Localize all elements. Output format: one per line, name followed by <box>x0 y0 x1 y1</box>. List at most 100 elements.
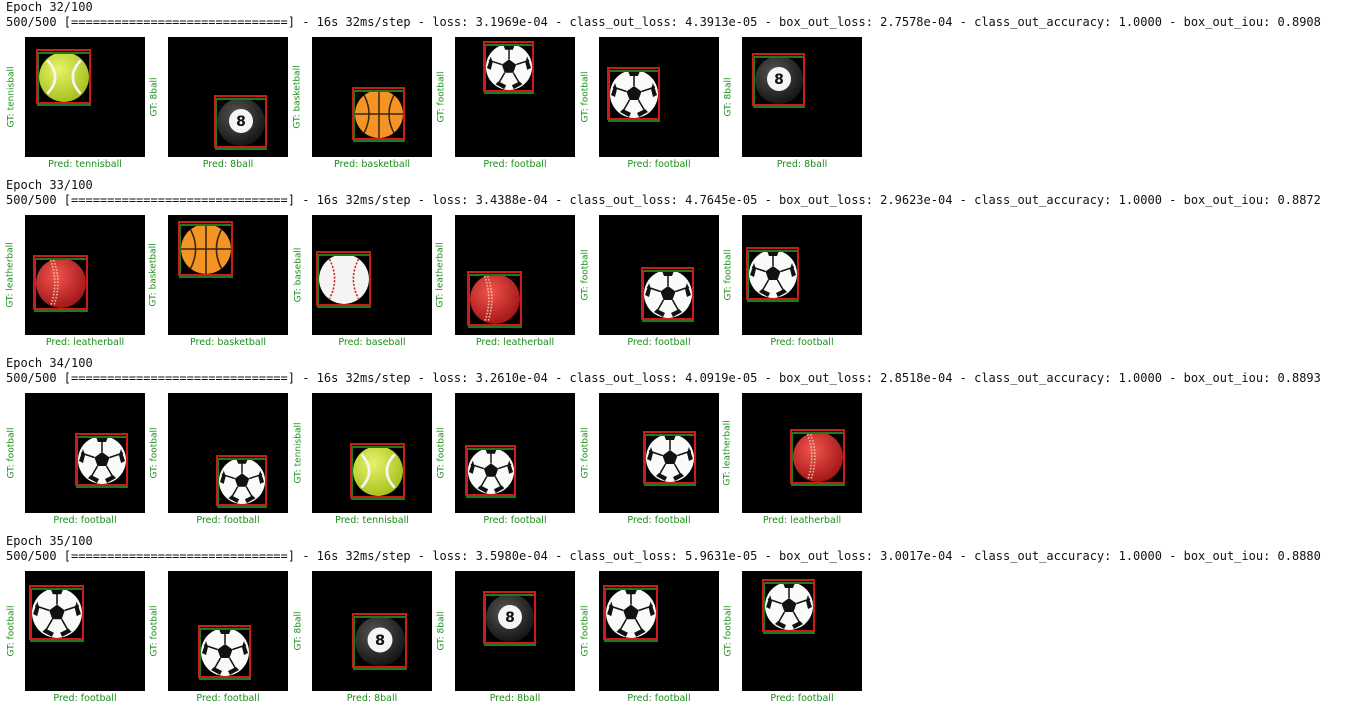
prediction-panel: GT: 8ball 8 Pred: 8ball <box>143 37 288 173</box>
ground-truth-text: GT: baseball <box>293 247 303 303</box>
ground-truth-text: GT: football <box>723 605 733 657</box>
sample-image: 8 <box>455 571 575 691</box>
predicted-box <box>762 579 815 632</box>
predicted-box <box>214 95 267 148</box>
ground-truth-text: GT: football <box>6 427 16 479</box>
prediction-panel: GT: football Pred: football <box>0 571 145 707</box>
ground-truth-label: GT: leatherball <box>433 215 449 335</box>
prediction-label: Pred: football <box>770 693 834 704</box>
ground-truth-label: GT: football <box>433 37 449 157</box>
training-progress-line: 500/500 [==============================]… <box>6 193 1321 207</box>
sample-image <box>742 215 862 335</box>
sample-image <box>168 393 288 513</box>
sample-image <box>312 37 432 157</box>
ground-truth-label: GT: football <box>3 571 19 691</box>
prediction-panel: GT: football Pred: football <box>143 571 288 707</box>
prediction-panel: GT: football Pred: football <box>430 393 575 529</box>
prediction-panel: GT: football Pred: football <box>430 37 575 173</box>
ground-truth-text: GT: basketball <box>293 65 304 129</box>
epoch-output-block: Epoch 32/100 500/500 [===================… <box>0 0 1371 178</box>
ground-truth-label: GT: basketball <box>146 215 162 335</box>
sample-image <box>25 215 145 335</box>
sample-image: 8 <box>742 37 862 157</box>
ground-truth-label: GT: football <box>577 571 593 691</box>
predicted-box <box>29 585 84 640</box>
ground-truth-label: GT: leatherball <box>3 215 19 335</box>
prediction-panel: GT: leatherball Pred: leatherball <box>0 215 145 351</box>
ground-truth-label: GT: football <box>577 393 593 513</box>
predicted-box <box>790 429 845 484</box>
training-progress-line: 500/500 [==============================]… <box>6 371 1321 385</box>
prediction-panel: GT: football Pred: football <box>574 393 719 529</box>
predicted-box <box>198 625 251 678</box>
ground-truth-label: GT: football <box>146 571 162 691</box>
prediction-panel: GT: basketball Pred: basketball <box>287 37 432 173</box>
sample-image <box>25 571 145 691</box>
ground-truth-text: GT: 8ball <box>149 77 160 117</box>
prediction-label: Pred: 8ball <box>776 159 828 170</box>
epoch-output-block: Epoch 33/100 500/500 [===================… <box>0 178 1371 356</box>
ground-truth-label: GT: baseball <box>290 215 306 335</box>
prediction-label: Pred: leatherball <box>762 515 842 526</box>
training-progress-line: 500/500 [==============================]… <box>6 549 1321 563</box>
sample-image <box>599 393 719 513</box>
prediction-panel: GT: football Pred: football <box>717 215 862 351</box>
ground-truth-text: GT: football <box>149 427 159 479</box>
ground-truth-text: GT: tennisball <box>293 422 304 484</box>
ground-truth-text: GT: 8ball <box>723 77 734 117</box>
prediction-panel: GT: football Pred: football <box>0 393 145 529</box>
prediction-panel: GT: football Pred: football <box>574 571 719 707</box>
predicted-box <box>465 445 516 496</box>
ground-truth-text: GT: leatherball <box>436 242 446 308</box>
prediction-panel: GT: basketball Pred: basketball <box>143 215 288 351</box>
epoch-output-block: Epoch 34/100 500/500 [===================… <box>0 356 1371 534</box>
sample-image <box>168 571 288 691</box>
ground-truth-label: GT: 8ball <box>290 571 306 691</box>
sample-image <box>742 393 862 513</box>
predicted-box <box>178 221 233 276</box>
ground-truth-text: GT: basketball <box>149 243 160 307</box>
training-progress-line: 500/500 [==============================]… <box>6 15 1321 29</box>
predicted-box <box>352 613 407 668</box>
ground-truth-text: GT: 8ball <box>436 611 447 651</box>
prediction-panel: GT: 8ball 8 Pred: 8ball <box>430 571 575 707</box>
ground-truth-label: GT: football <box>577 215 593 335</box>
epoch-label: Epoch 32/100 <box>6 0 93 14</box>
predicted-box <box>603 585 658 640</box>
epoch-output-block: Epoch 35/100 500/500 [===================… <box>0 534 1371 712</box>
ground-truth-label: GT: 8ball <box>146 37 162 157</box>
predicted-box <box>216 455 267 506</box>
predicted-box <box>350 443 405 498</box>
ground-truth-label: GT: football <box>720 571 736 691</box>
sample-image: 8 <box>168 37 288 157</box>
prediction-panel: GT: 8ball 8 Pred: 8ball <box>717 37 862 173</box>
sample-image <box>599 571 719 691</box>
predicted-box <box>752 53 805 106</box>
ground-truth-text: GT: football <box>149 605 159 657</box>
ground-truth-text: GT: football <box>436 71 446 123</box>
prediction-panel: GT: baseball Pred: baseball <box>287 215 432 351</box>
ground-truth-text: GT: football <box>6 605 16 657</box>
prediction-panel: GT: tennisball Pred: tennisball <box>0 37 145 173</box>
ground-truth-text: GT: football <box>436 427 446 479</box>
ground-truth-text: GT: leatherball <box>6 242 16 308</box>
ground-truth-text: GT: football <box>580 427 590 479</box>
prediction-label: Pred: football <box>770 337 834 348</box>
ground-truth-text: GT: football <box>580 71 590 123</box>
predicted-box <box>483 41 534 92</box>
sample-image <box>455 393 575 513</box>
predicted-box <box>33 255 88 310</box>
ground-truth-text: GT: tennisball <box>6 66 17 128</box>
sample-image: 8 <box>312 571 432 691</box>
ground-truth-label: GT: football <box>146 393 162 513</box>
sample-image <box>25 37 145 157</box>
prediction-panel: GT: football Pred: football <box>143 393 288 529</box>
predicted-box <box>746 247 799 300</box>
ground-truth-label: GT: 8ball <box>433 571 449 691</box>
sample-image <box>168 215 288 335</box>
ground-truth-label: GT: 8ball <box>720 37 736 157</box>
ground-truth-label: GT: leatherball <box>720 393 736 513</box>
ground-truth-label: GT: football <box>720 215 736 335</box>
epoch-label: Epoch 34/100 <box>6 356 93 370</box>
ground-truth-text: GT: 8ball <box>293 611 304 651</box>
